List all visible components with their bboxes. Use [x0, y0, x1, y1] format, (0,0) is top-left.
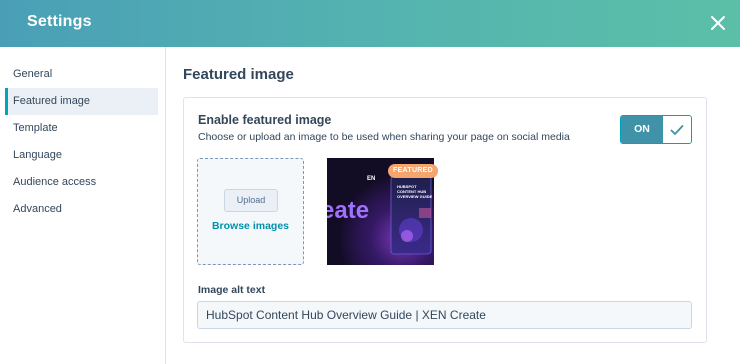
- svg-text:OVERVIEW GUIDE: OVERVIEW GUIDE: [397, 194, 433, 199]
- close-icon[interactable]: [708, 13, 728, 33]
- featured-badge: FEATURED: [388, 164, 438, 178]
- sidebar-item-template[interactable]: Template: [5, 115, 158, 142]
- sidebar-item-audience-access[interactable]: Audience access: [5, 169, 158, 196]
- thumbnail-small-text: EN: [367, 176, 375, 182]
- sidebar-item-language[interactable]: Language: [5, 142, 158, 169]
- sidebar-item-featured-image[interactable]: Featured image: [5, 88, 158, 115]
- header-title: Settings: [27, 13, 92, 30]
- enable-featured-image-heading: Enable featured image: [198, 113, 332, 127]
- sidebar-item-general[interactable]: General: [5, 61, 158, 88]
- alt-text-label: Image alt text: [198, 284, 266, 296]
- settings-header: Settings: [0, 0, 740, 47]
- settings-sidebar: General Featured image Template Language…: [0, 47, 166, 364]
- enable-featured-image-description: Choose or upload an image to be used whe…: [198, 131, 570, 143]
- check-icon: [663, 116, 691, 143]
- featured-image-toggle[interactable]: ON: [620, 115, 692, 144]
- page-title: Featured image: [183, 66, 294, 83]
- alt-text-input[interactable]: [197, 301, 692, 329]
- browse-images-link[interactable]: Browse images: [197, 220, 304, 232]
- thumbnail-large-text: eate: [327, 197, 369, 224]
- upload-button[interactable]: Upload: [224, 189, 278, 212]
- sidebar-item-advanced[interactable]: Advanced: [5, 196, 158, 223]
- toggle-on-label: ON: [621, 116, 663, 143]
